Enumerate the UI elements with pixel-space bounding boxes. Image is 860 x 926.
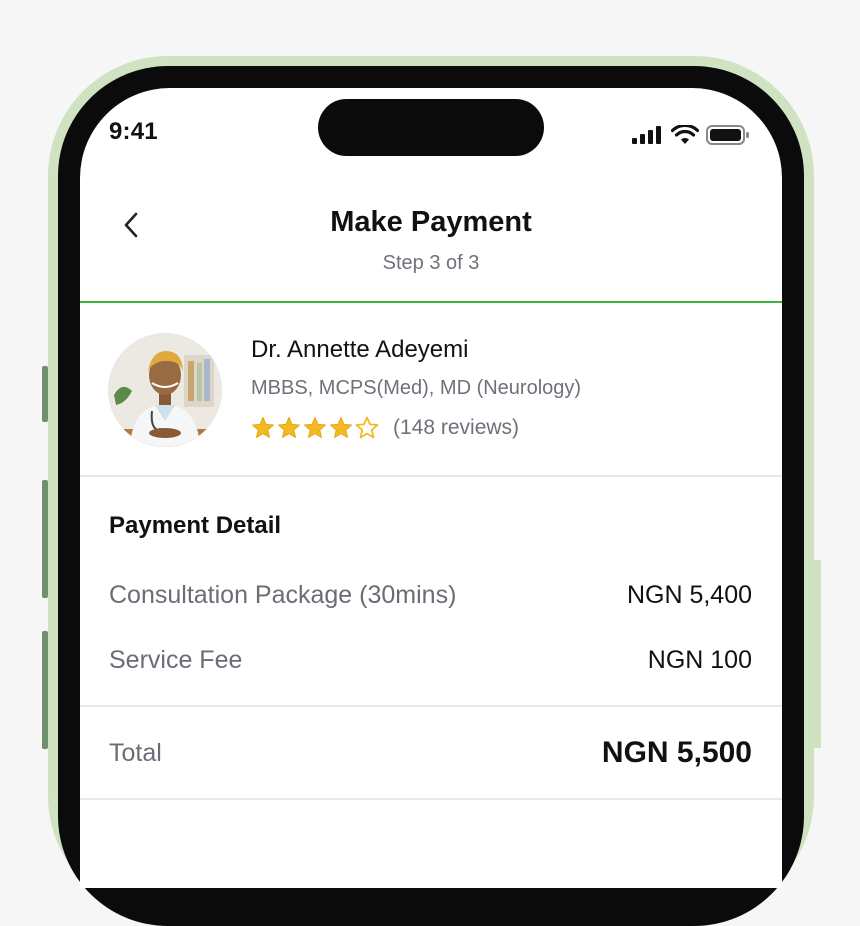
phone-side-button (813, 560, 821, 748)
section-divider (80, 475, 782, 477)
star-filled-icon (330, 417, 352, 438)
star-filled-icon (304, 417, 326, 438)
total-value: NGN 5,500 (601, 736, 752, 769)
progress-divider (80, 301, 782, 303)
star-outline-icon (355, 416, 379, 439)
total-label: Total (109, 739, 162, 767)
signal-icon (632, 126, 661, 144)
phone-side-button (42, 366, 48, 422)
step-indicator: Step 3 of 3 (382, 252, 480, 274)
page-title: Make Payment (330, 206, 532, 238)
phone-side-button (42, 480, 48, 598)
status-icons (632, 123, 750, 147)
doctor-rating: (148 reviews) (251, 416, 519, 440)
doctor-name: Dr. Annette Adeyemi (251, 336, 469, 363)
payment-detail-heading: Payment Detail (109, 512, 282, 539)
battery-icon (706, 125, 749, 145)
line-item-label: Service Fee (109, 646, 243, 674)
dynamic-island (318, 99, 544, 156)
line-item-label: Consultation Package (30mins) (109, 581, 457, 609)
line-item-value: NGN 5,400 (626, 581, 752, 609)
star-filled-icon (252, 417, 274, 438)
section-divider (80, 798, 782, 800)
wifi-icon (671, 125, 699, 144)
status-time: 9:41 (109, 118, 158, 145)
line-item-value: NGN 100 (647, 646, 752, 674)
doctor-credentials: MBBS, MCPS(Med), MD (Neurology) (251, 377, 582, 399)
phone-side-button (42, 631, 48, 749)
section-divider (80, 705, 782, 707)
doctor-avatar (108, 333, 222, 447)
review-count: (148 reviews) (393, 416, 520, 439)
star-filled-icon (278, 417, 300, 438)
